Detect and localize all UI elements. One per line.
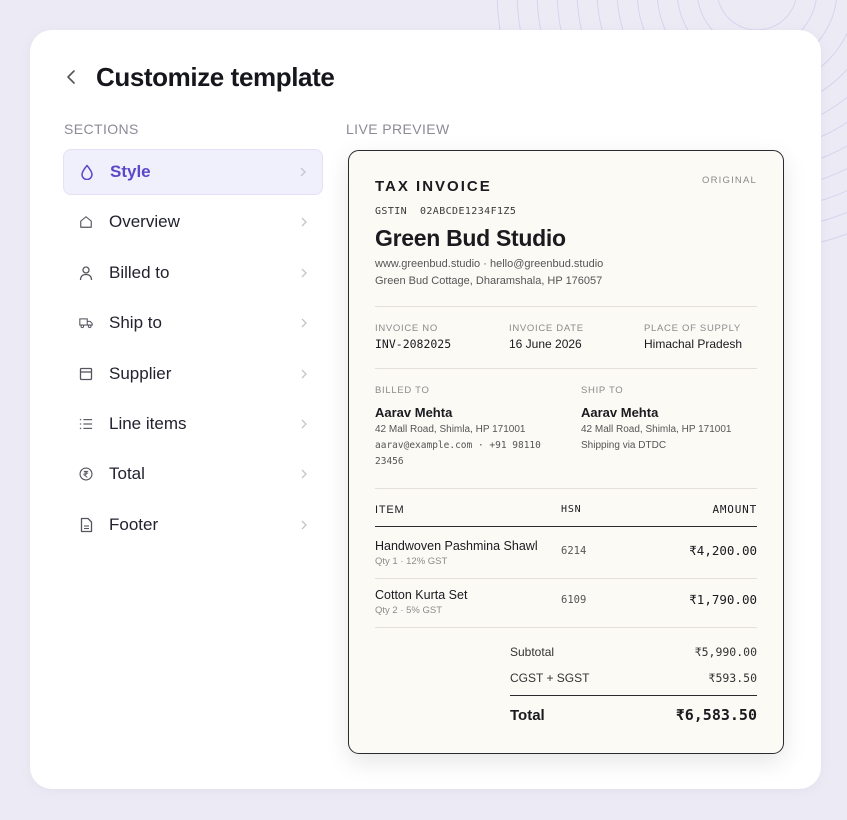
list-icon [79,416,93,432]
nav-item-label: Footer [109,514,159,534]
item-column-header: ITEM [375,504,405,516]
chevron-right-icon [301,364,307,384]
tax-value: ₹593.50 [708,671,757,685]
table-header-rule [375,526,757,527]
subtotal-label: Subtotal [510,645,555,659]
billed-to-address: 42 Mall Road, Shimla, HP 171001 [375,424,526,435]
item-hsn: 6109 [561,594,587,606]
nav-item-label: Overview [109,212,180,232]
nav-item-label: Supplier [109,363,172,383]
nav-item-total[interactable]: Total [63,451,323,497]
nav-item-supplier[interactable]: Supplier [63,351,323,397]
billed-to-name: Aarav Mehta [375,405,453,420]
company-contact: www.greenbud.studio · hello@greenbud.stu… [375,258,604,270]
invoice-preview: TAX INVOICE ORIGINAL GSTIN 02ABCDE1234F1… [348,150,784,754]
invoice-date-label: INVOICE DATE [509,323,584,334]
billed-to-label: BILLED TO [375,385,430,396]
chevron-right-icon [300,162,306,182]
user-icon [79,265,93,281]
invoice-no: INV-2082025 [375,337,452,351]
nav-item-billed-to[interactable]: Billed to [63,250,323,296]
chevron-right-icon [301,212,307,232]
divider [375,488,757,489]
item-hsn: 6214 [561,545,587,557]
chevron-right-icon [301,515,307,535]
divider [375,578,757,579]
billed-to-contact: aarav@example.com · +91 98110 [375,440,541,451]
ship-to-address: 42 Mall Road, Shimla, HP 171001 [581,424,732,435]
total-label: Total [510,707,545,724]
item-name: Handwoven Pashmina Shawl [375,539,538,553]
chevron-right-icon [301,414,307,434]
file-icon [79,517,93,533]
divider [375,306,757,307]
original-badge: ORIGINAL [702,175,757,186]
ship-to-name: Aarav Mehta [581,405,659,420]
chevron-right-icon [301,313,307,333]
nav-item-label: Line items [109,413,187,433]
sections-nav: Style Overview Billed to Ship to Supplie… [63,149,323,552]
item-detail: Qty 2 · 5% GST [375,605,443,616]
chevron-left-icon [67,70,75,84]
tax-label: CGST + SGST [510,671,590,685]
truck-icon [79,315,93,331]
amount-column-header: AMOUNT [712,503,757,516]
company-name: Green Bud Studio [375,225,566,251]
nav-item-overview[interactable]: Overview [63,199,323,245]
item-name: Cotton Kurta Set [375,588,468,602]
total-rule [510,695,757,697]
gstin: GSTIN 02ABCDE1234F1Z5 [375,206,517,217]
sections-label: SECTIONS [64,121,139,137]
chevron-right-icon [301,263,307,283]
rupee-icon [79,466,93,482]
invoice-no-label: INVOICE NO [375,323,438,334]
item-amount: ₹4,200.00 [689,543,757,558]
nav-item-label: Billed to [109,262,170,282]
nav-item-line-items[interactable]: Line items [63,401,323,447]
building-icon [79,366,93,382]
invoice-title: TAX INVOICE [375,178,492,195]
nav-item-label: Style [110,162,151,181]
ship-to-carrier: Shipping via DTDC [581,440,667,451]
subtotal-value: ₹5,990.00 [694,645,757,659]
back-button[interactable] [66,60,90,94]
place-of-supply-label: PLACE OF SUPPLY [644,323,741,334]
total-value: ₹6,583.50 [675,706,757,724]
billed-to-phone: 23456 [375,456,404,467]
nav-item-style[interactable]: Style [63,149,323,195]
nav-item-footer[interactable]: Footer [63,502,323,548]
customize-template-panel: Customize template SECTIONS LIVE PREVIEW… [30,30,821,789]
chevron-right-icon [301,464,307,484]
place-of-supply: Himachal Pradesh [644,337,743,351]
item-amount: ₹1,790.00 [689,592,757,607]
home-icon [79,214,93,230]
page-title: Customize template [96,61,335,92]
divider [375,368,757,369]
nav-item-ship-to[interactable]: Ship to [63,300,323,346]
live-preview-label: LIVE PREVIEW [346,121,450,137]
nav-item-label: Total [109,464,145,484]
invoice-date: 16 June 2026 [509,337,582,351]
droplet-icon [80,164,94,180]
company-address: Green Bud Cottage, Dharamshala, HP 17605… [375,275,603,287]
nav-item-label: Ship to [109,313,162,333]
header: Customize template [66,60,335,94]
ship-to-label: SHIP TO [581,385,624,396]
divider [375,627,757,628]
hsn-column-header: HSN [561,504,582,515]
item-detail: Qty 1 · 12% GST [375,556,448,567]
